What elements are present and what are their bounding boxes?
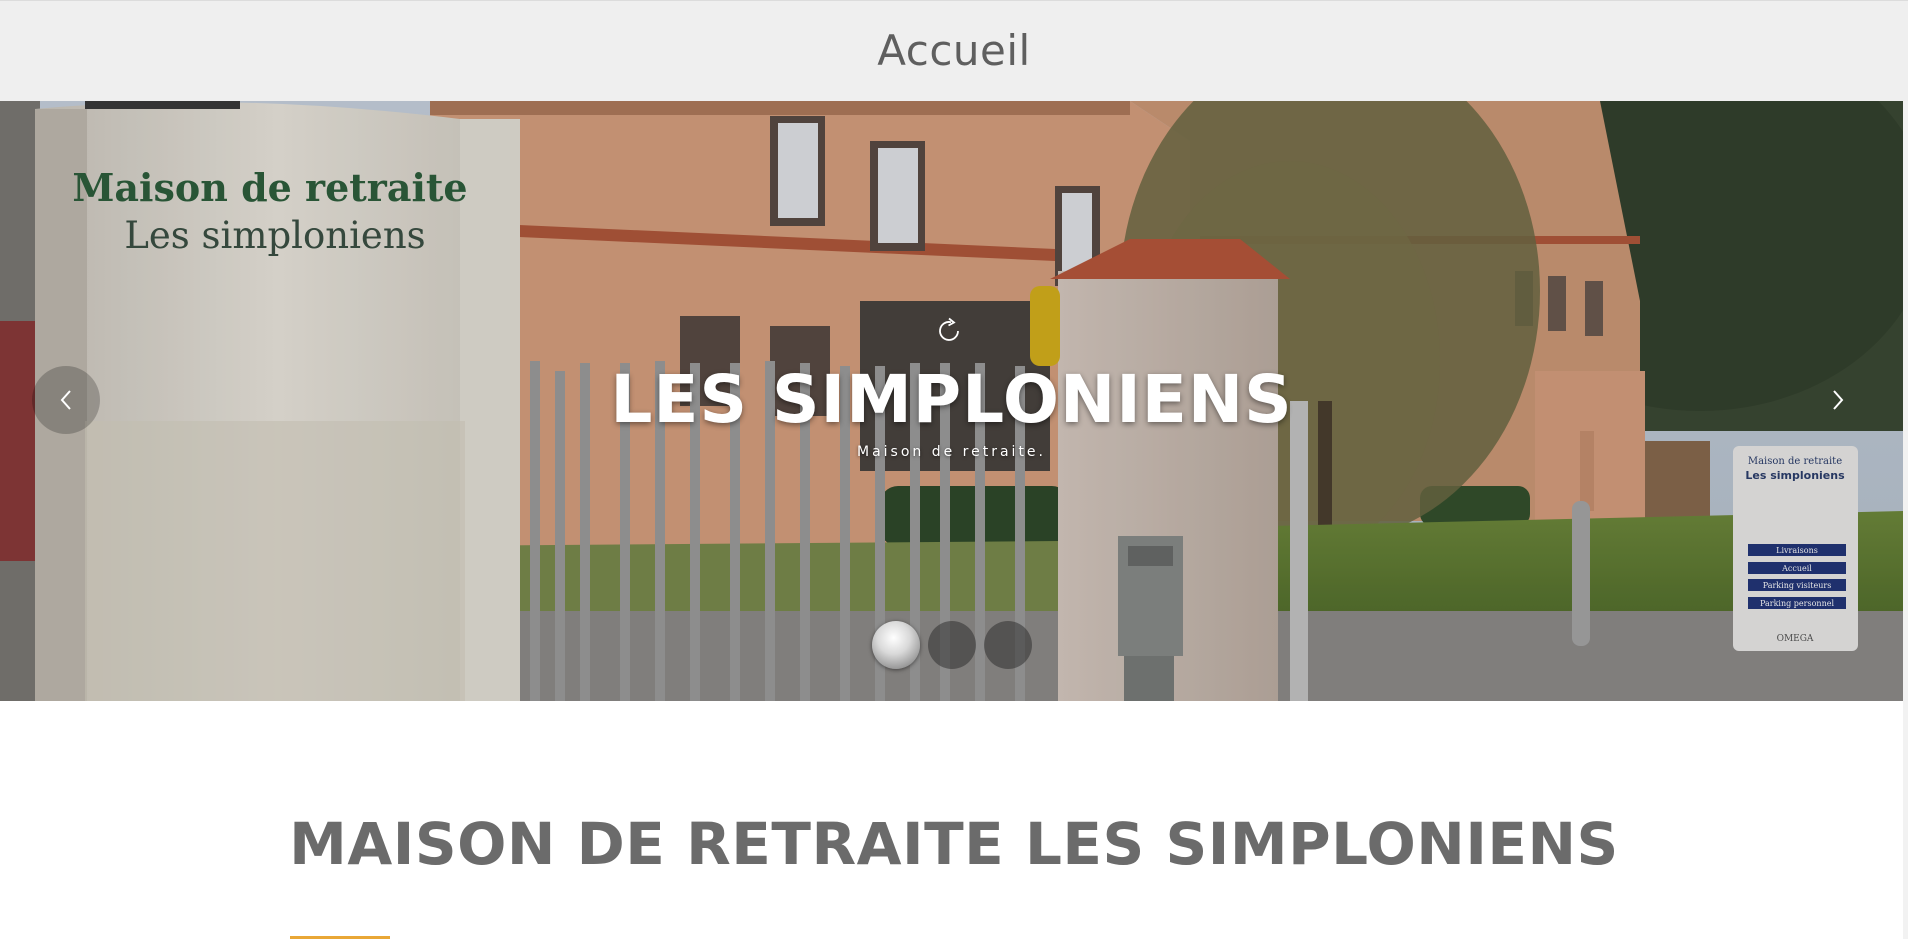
chevron-left-icon — [60, 390, 71, 410]
hero-title: LES SIMPLONIENS — [610, 361, 1293, 438]
carousel-next-button[interactable] — [1804, 366, 1872, 434]
hero-carousel: Maison de retraite Les simploniens Maiso… — [0, 101, 1903, 701]
carousel-dot-2[interactable] — [928, 621, 976, 669]
section-heading: MAISON DE RETRAITE LES SIMPLONIENS — [289, 810, 1619, 878]
carousel-indicators — [872, 621, 1032, 669]
reload-icon — [939, 317, 959, 341]
top-header: Accueil — [0, 0, 1908, 101]
carousel-prev-button[interactable] — [32, 366, 100, 434]
carousel-dot-3[interactable] — [984, 621, 1032, 669]
carousel-dot-1[interactable] — [872, 621, 920, 669]
hero-subtitle: Maison de retraite. — [856, 444, 1046, 460]
page-title: Accueil — [877, 25, 1031, 75]
chevron-right-icon — [1833, 390, 1844, 410]
